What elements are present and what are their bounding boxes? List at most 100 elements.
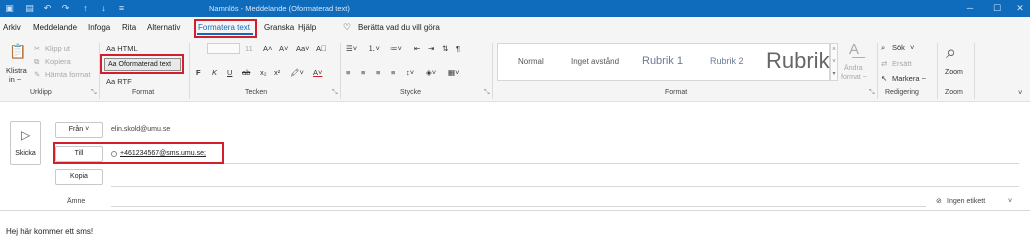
message-body[interactable]: Hej här kommer ett sms! [6,227,93,237]
menu-granska[interactable]: Granska [264,23,294,33]
select-button[interactable]: Markera ~ [892,74,926,84]
group-label-tecken: Tecken [245,89,268,96]
window-title: Namnlös - Meddelande (Oformaterad text) [209,4,350,13]
paste-icon[interactable]: 📋 [9,43,26,59]
more-icon[interactable]: ≡ [116,3,127,14]
multilevel-list-icon[interactable]: ≔˅ [390,44,402,54]
menu-rita[interactable]: Rita [122,23,136,33]
cut-icon: ✂ [34,44,41,53]
rtf-format-button[interactable]: Aa RTF [106,77,132,87]
menu-infoga[interactable]: Infoga [88,23,110,33]
send-label: Skicka [15,150,36,157]
gallery-scroll[interactable]: ˄ ˅ ▾ [830,43,838,81]
send-icon: ▷ [21,128,31,142]
chevron-down-icon[interactable]: ˅ [910,43,914,53]
close-icon[interactable]: ✕ [1013,2,1027,15]
highlight-color-icon[interactable]: 🖍˅ [290,68,304,78]
increase-indent-icon[interactable]: ⇥ [428,44,434,54]
dialog-launcher-icon[interactable]: ⤡ [91,89,97,97]
up-icon[interactable]: ↑ [80,3,91,14]
group-label-stycke: Stycke [400,89,422,96]
replace-icon: ⇄ [881,59,888,68]
change-styles-dropdown[interactable]: format ~ [841,73,867,83]
copy-button[interactable]: Kopiera [45,57,71,67]
group-label-urklipp: Urklipp [30,89,52,96]
header-divider [0,210,1030,211]
search-button[interactable]: Sök [892,43,905,53]
minimize-icon[interactable]: ─ [963,2,977,15]
separator [937,43,938,99]
superscript-button[interactable]: x² [274,68,280,78]
align-center-icon[interactable]: ≡ [361,68,365,78]
style-no-spacing[interactable]: Inget avstånd [571,57,619,66]
from-button[interactable]: Från ˅ [55,122,103,138]
cut-button[interactable]: Klipp ut [45,44,70,54]
line-spacing-icon[interactable]: ↕˅ [406,68,414,78]
font-size-box[interactable]: 11 [245,44,253,54]
decrease-indent-icon[interactable]: ⇤ [414,44,420,54]
bullets-icon[interactable]: ☰˅ [346,44,357,54]
lightbulb-icon: ♡ [343,22,352,32]
send-button[interactable]: ▷ Skicka [10,121,41,165]
font-name-box[interactable] [207,43,240,54]
style-heading-2[interactable]: Rubrik 2 [710,56,744,66]
justify-icon[interactable]: ≡ [391,68,395,78]
collapse-ribbon-icon[interactable]: ˅ [1018,88,1022,98]
pilcrow-icon[interactable]: ¶ [456,44,460,54]
save-icon[interactable]: ▤ [24,3,35,14]
cc-button[interactable]: Kopia [55,169,103,185]
replace-button[interactable]: Ersätt [892,59,912,69]
dialog-launcher-icon[interactable]: ⤡ [869,89,875,97]
zoom-button[interactable]: Zoom [945,68,963,78]
sensitivity-label[interactable]: Ingen etikett [947,197,985,207]
menu-alternativ[interactable]: Alternativ [147,23,180,33]
grow-font-icon[interactable]: A˄ [263,44,272,54]
format-painter-icon: ✎ [34,70,41,79]
separator [492,43,493,99]
paste-dropdown[interactable]: in ~ [9,75,21,85]
sort-icon[interactable]: ⇅ [442,44,448,54]
align-left-icon[interactable]: ≡ [346,68,350,78]
copy-icon: ⧉ [34,57,40,66]
from-label: Från [68,126,84,133]
italic-button[interactable]: K [212,68,217,78]
shading-icon[interactable]: ◈˅ [426,68,436,78]
borders-icon[interactable]: ▦˅ [448,68,459,78]
menu-arkiv[interactable]: Arkiv [3,23,21,33]
menu-hjalp[interactable]: Hjälp [298,23,316,33]
styles-gallery[interactable]: Normal Inget avstånd Rubrik 1 Rubrik 2 R… [497,43,830,81]
change-case-icon[interactable]: Aa˅ [296,44,310,54]
dialog-launcher-icon[interactable]: ⤡ [332,89,338,97]
align-right-icon[interactable]: ≡ [376,68,380,78]
maximize-icon[interactable]: ☐ [990,2,1004,15]
html-format-button[interactable]: Aa HTML [106,44,138,54]
bold-button[interactable]: F [196,68,201,78]
numbering-icon[interactable]: ⒈˅ [368,44,380,54]
underline-button[interactable]: U [227,68,232,78]
subscript-button[interactable]: x₂ [260,68,267,78]
font-color-icon[interactable]: A˅ [313,68,322,78]
undo-icon[interactable]: ↶ [42,3,53,14]
chevron-down-icon[interactable]: ˅ [1008,197,1012,207]
subject-input[interactable] [111,206,926,207]
from-value: elin.skold@umu.se [111,126,171,133]
separator [340,43,341,99]
sensitivity-icon: ⊘ [936,198,942,205]
select-icon: ↖ [881,74,888,83]
zoom-icon[interactable]: ⌕ [946,42,956,62]
title-bar: ▣ ▤ ↶ ↷ ↑ ↓ ≡ Namnlös - Meddelande (Ofor… [0,0,1030,17]
tell-me-search[interactable]: Berätta vad du vill göra [358,23,440,33]
redo-icon[interactable]: ↷ [60,3,71,14]
format-painter-button[interactable]: Hämta format [45,70,90,80]
style-title[interactable]: Rubrik [766,48,830,74]
clear-format-icon[interactable]: A⃥ [316,44,327,54]
dialog-launcher-icon[interactable]: ⤡ [484,89,490,97]
menu-meddelande[interactable]: Meddelande [33,23,77,33]
search-icon: ⌕ [881,43,886,52]
style-normal[interactable]: Normal [518,57,544,66]
change-styles-icon[interactable]: A͟ [849,42,859,58]
strikethrough-button[interactable]: ab [242,68,250,78]
down-icon[interactable]: ↓ [98,3,109,14]
shrink-font-icon[interactable]: A˅ [279,44,288,54]
style-heading-1[interactable]: Rubrik 1 [642,55,683,67]
